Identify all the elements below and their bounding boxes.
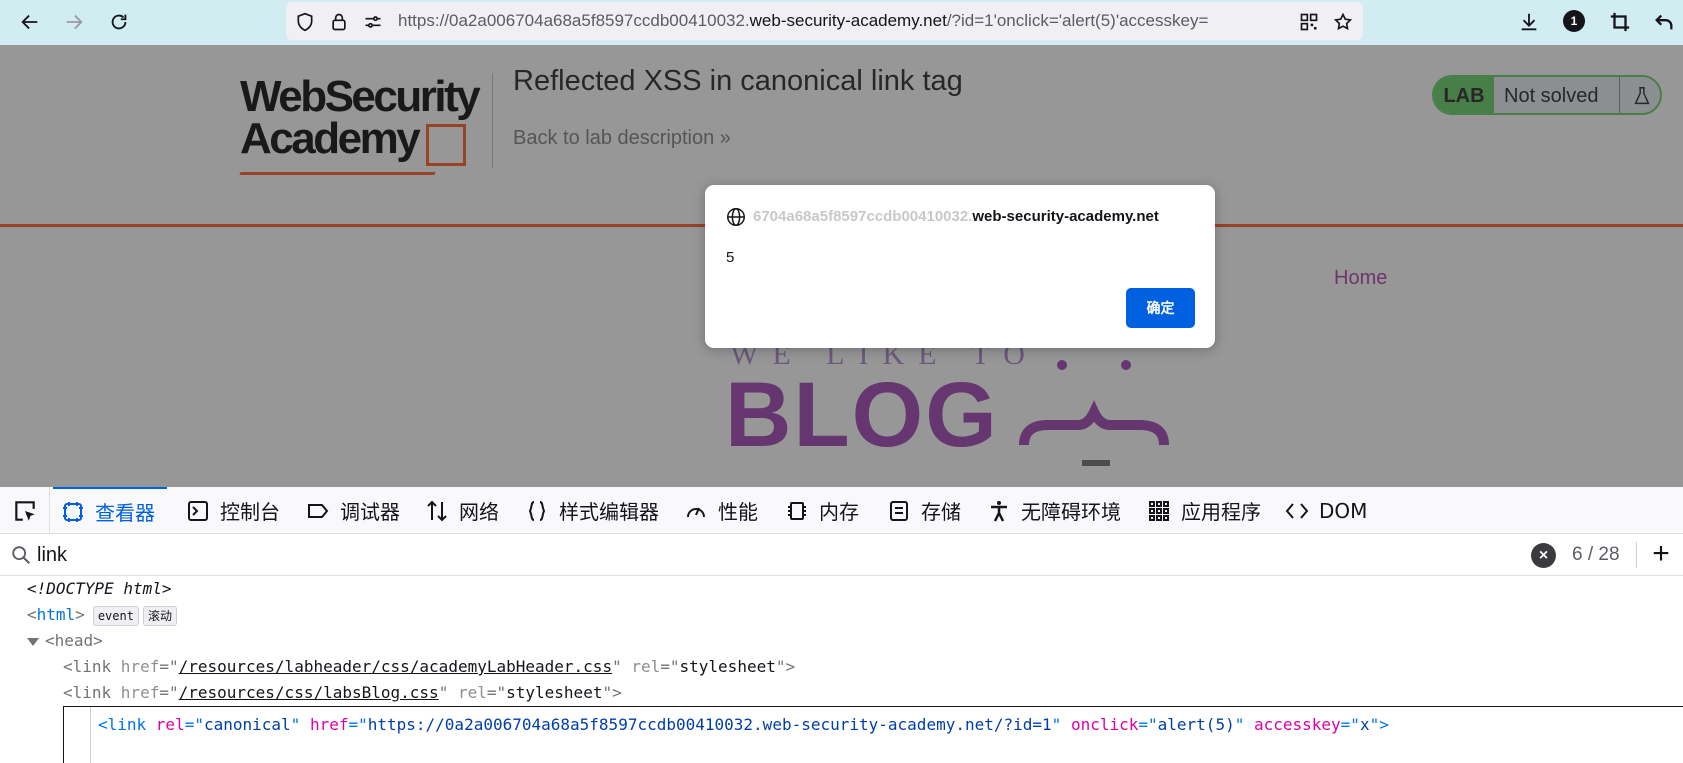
url-text[interactable]: https://0a2a006704a68a5f8597ccdb00410032… [398, 2, 1304, 40]
memory-icon [783, 497, 811, 525]
tab-dom[interactable]: DOM [1283, 487, 1367, 534]
tab-label: 内存 [819, 500, 859, 524]
tab-label: DOM [1319, 498, 1368, 523]
dom-icon [1283, 497, 1311, 525]
dialog-message: 5 [726, 249, 735, 266]
doctype-node[interactable]: <!DOCTYPE html> [27, 576, 172, 602]
reload-icon [111, 14, 127, 30]
add-node-button[interactable]: + [1643, 534, 1679, 576]
element-picker-button[interactable] [0, 487, 50, 534]
search-result-count: 6 / 28 [1572, 544, 1620, 565]
network-icon [423, 497, 451, 525]
tab-label: 存储 [921, 500, 961, 524]
tracking-shield-icon[interactable] [294, 11, 316, 33]
tab-label: 性能 [718, 500, 758, 524]
tab-style-editor[interactable]: 样式编辑器 [523, 487, 659, 534]
lock-icon[interactable] [328, 11, 350, 33]
tab-label: 网络 [459, 500, 499, 524]
tab-debugger[interactable]: 调试器 [304, 487, 400, 534]
screenshot-button[interactable] [1606, 8, 1634, 36]
application-icon [1145, 497, 1173, 525]
crop-icon [1610, 12, 1630, 32]
url-bar[interactable]: https://0a2a006704a68a5f8597ccdb00410032… [286, 2, 1363, 40]
storage-icon [885, 497, 913, 525]
tab-performance[interactable]: 性能 [682, 487, 758, 534]
link-node-1[interactable]: <link href="/resources/labheader/css/aca… [63, 654, 795, 680]
tab-inspector[interactable]: 查看器 [53, 487, 167, 534]
devtools-tabbar: 查看器 控制台 调试器 网络 样式编辑器 性能 内存 存储 无障碍环境 应用程序 DOM [0, 487, 1683, 534]
tab-label: 应用程序 [1181, 500, 1261, 524]
browser-toolbar: https://0a2a006704a68a5f8597ccdb00410032… [0, 0, 1683, 45]
arrow-left-icon [21, 14, 38, 30]
style-editor-icon [523, 497, 551, 525]
tab-application[interactable]: 应用程序 [1145, 487, 1261, 534]
download-icon [1521, 13, 1537, 31]
performance-icon [682, 497, 710, 525]
downloads-button[interactable] [1515, 8, 1543, 36]
inspector-icon [59, 498, 87, 526]
markup-search-bar: link × 6 / 28 + [0, 534, 1683, 576]
tab-accessibility[interactable]: 无障碍环境 [985, 487, 1121, 534]
tab-label: 控制台 [220, 500, 280, 524]
head-node[interactable]: <head> [27, 628, 103, 654]
accessibility-icon [985, 497, 1013, 525]
element-picker-icon [14, 500, 35, 521]
markup-view: <!DOCTYPE html> <html> event 滚动 <head> <li… [0, 576, 1683, 763]
extension-badge[interactable]: 1 [1563, 10, 1585, 32]
debugger-icon [304, 497, 332, 525]
permissions-icon[interactable] [362, 11, 384, 33]
bookmark-star-icon[interactable] [1332, 11, 1354, 33]
ok-button[interactable]: 确定 [1126, 288, 1195, 328]
tab-console[interactable]: 控制台 [184, 487, 280, 534]
markup-search-input[interactable]: link [37, 534, 67, 576]
link-node-2[interactable]: <link href="/resources/css/labsBlog.css"… [63, 680, 622, 706]
undo-icon [1655, 14, 1673, 30]
expand-twisty-icon[interactable] [27, 637, 39, 646]
tab-label: 查看器 [95, 501, 155, 525]
html-node[interactable]: <html> event 滚动 [27, 602, 177, 628]
scroll-badge[interactable]: 滚动 [142, 605, 177, 626]
search-icon [12, 546, 30, 564]
tab-label: 无障碍环境 [1021, 500, 1121, 524]
tab-storage[interactable]: 存储 [885, 487, 961, 534]
console-icon [184, 497, 212, 525]
tab-label: 调试器 [340, 500, 400, 524]
dialog-origin: 6704a68a5f8597ccdb00410032.web-security-… [753, 208, 1159, 225]
canonical-link-node[interactable]: <link rel="canonical" href="https://0a2a… [98, 712, 1389, 738]
event-badge[interactable]: event [92, 605, 139, 626]
undo-button[interactable] [1650, 8, 1678, 36]
back-button[interactable] [16, 8, 44, 36]
tab-label: 样式编辑器 [559, 500, 659, 524]
tab-memory[interactable]: 内存 [783, 487, 859, 534]
forward-button[interactable] [60, 8, 88, 36]
clear-search-icon[interactable]: × [1531, 543, 1556, 568]
alert-dialog: 6704a68a5f8597ccdb00410032.web-security-… [705, 185, 1215, 348]
reload-button[interactable] [105, 8, 133, 36]
tab-network[interactable]: 网络 [423, 487, 499, 534]
qr-code-icon[interactable] [1298, 11, 1320, 33]
arrow-right-icon [66, 14, 83, 30]
globe-icon [727, 208, 745, 226]
